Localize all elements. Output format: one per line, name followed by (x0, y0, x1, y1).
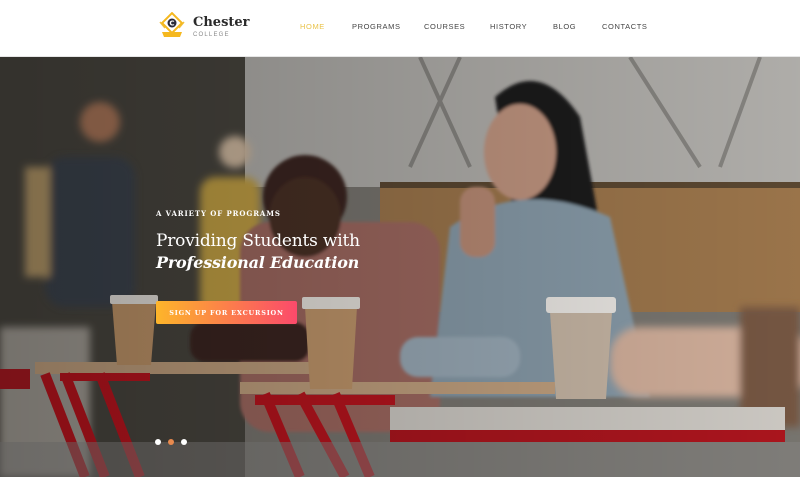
nav-home[interactable]: HOME (300, 22, 325, 31)
nav-contacts[interactable]: CONTACTS (602, 22, 648, 31)
slider-dot-1[interactable] (155, 439, 161, 445)
nav-programs[interactable]: PROGRAMS (352, 22, 401, 31)
slider-pagination (155, 439, 187, 445)
college-crest-icon: C (157, 11, 187, 42)
brand-subtitle: COLLEGE (193, 31, 230, 38)
main-nav: HOME PROGRAMS COURSES HISTORY BLOG CONTA… (300, 22, 647, 31)
logo-letter: C (169, 20, 174, 28)
slider-dot-3[interactable] (181, 439, 187, 445)
nav-courses[interactable]: COURSES (424, 22, 465, 31)
hero-slider: A VARIETY OF PROGRAMS Providing Students… (0, 57, 800, 477)
nav-history[interactable]: HISTORY (490, 22, 527, 31)
sign-up-excursion-button[interactable]: SIGN UP FOR EXCURSION (156, 301, 297, 324)
slider-dot-2-active[interactable] (168, 439, 174, 445)
nav-blog[interactable]: BLOG (553, 22, 576, 31)
hero-headline-line2: Professional Education (156, 253, 360, 272)
brand-name: Chester (193, 14, 250, 30)
brand-logo[interactable]: C Chester COLLEGE (157, 11, 250, 42)
hero-eyebrow: A VARIETY OF PROGRAMS (156, 209, 281, 218)
hero-content: A VARIETY OF PROGRAMS Providing Students… (156, 209, 360, 324)
site-header: C Chester COLLEGE HOME PROGRAMS COURSES … (0, 0, 800, 57)
hero-headline-line1: Providing Students with (156, 231, 360, 251)
hero-dark-overlay (0, 57, 800, 477)
